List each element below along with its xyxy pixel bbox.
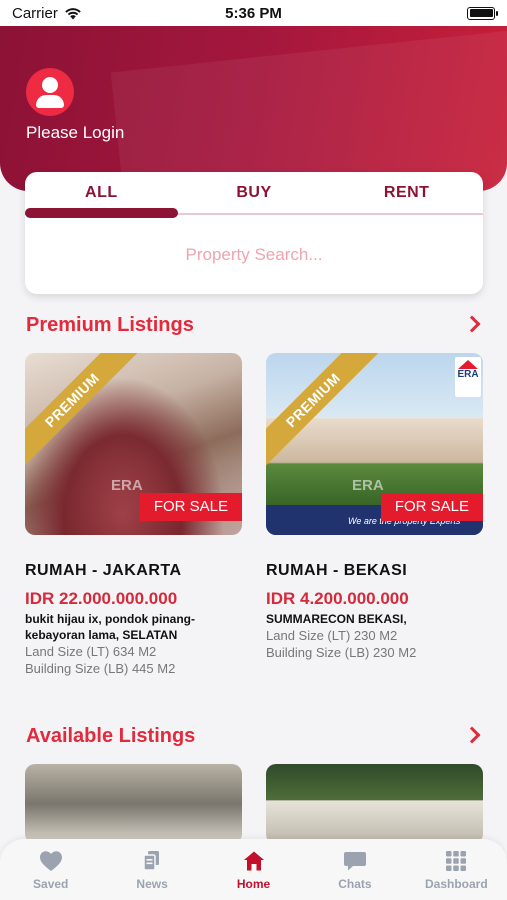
nav-home-label: Home [236, 877, 271, 891]
home-icon [243, 851, 264, 871]
premium-see-all-chevron-icon[interactable] [463, 315, 481, 333]
premium-listings-title: Premium Listings [26, 314, 194, 336]
wifi-icon [65, 7, 81, 19]
property-search-input[interactable] [25, 230, 483, 280]
listing-title: RUMAH - BEKASI [266, 562, 408, 579]
available-listing-image-2[interactable] [266, 764, 483, 844]
nav-news[interactable]: News [101, 839, 202, 900]
tab-buy[interactable]: BUY [178, 172, 331, 214]
premium-listing-image-1[interactable]: PREMIUM ERA FOR SALE [25, 353, 242, 535]
carrier-label: Carrier [12, 4, 58, 22]
listing-price: IDR 22.000.000.000 [25, 589, 178, 608]
available-listings-title: Available Listings [26, 725, 196, 747]
listing-address: bukit hijau ix, pondok pinang-kebayoran … [25, 612, 195, 642]
nav-home[interactable]: Home [203, 839, 304, 900]
nav-dashboard[interactable]: Dashboard [406, 839, 507, 900]
available-see-all-chevron-icon[interactable] [463, 726, 481, 744]
premium-listing-image-2[interactable]: We are the property Experts ERA PREMIUM … [266, 353, 483, 535]
nav-chats-label: Chats [338, 877, 372, 891]
active-tab-indicator [25, 208, 178, 218]
premium-listing-info-2[interactable]: RUMAH - BEKASI IDR 4.200.000.000 SUMMARE… [266, 562, 486, 661]
premium-ribbon: PREMIUM [266, 353, 383, 470]
listing-price: IDR 4.200.000.000 [266, 589, 409, 608]
listing-land-size: Land Size (LT) 230 M2 [266, 628, 398, 643]
status-bar: Carrier 5:36 PM [0, 0, 507, 26]
chat-icon [343, 852, 366, 871]
header-banner: Please Login [0, 26, 507, 191]
era-logo-icon: ERA [455, 357, 481, 397]
bottom-nav: Saved News Home Chats Dashboard [0, 839, 507, 900]
era-watermark: ERA [111, 477, 143, 494]
nav-saved[interactable]: Saved [0, 839, 101, 900]
nav-chats[interactable]: Chats [304, 839, 405, 900]
nav-news-label: News [136, 877, 168, 891]
listing-title: RUMAH - JAKARTA [25, 562, 182, 579]
nav-dashboard-label: Dashboard [424, 877, 488, 891]
heart-icon [39, 851, 62, 871]
premium-listing-info-1[interactable]: RUMAH - JAKARTA IDR 22.000.000.000 bukit… [25, 562, 245, 677]
status-left: Carrier [12, 5, 82, 22]
battery-icon [467, 6, 498, 20]
listing-address: SUMMARECON BEKASI, [266, 612, 407, 626]
news-icon [143, 851, 160, 871]
nav-saved-label: Saved [33, 877, 69, 891]
listing-land-size: Land Size (LT) 634 M2 [25, 644, 157, 659]
avatar-icon[interactable] [26, 68, 74, 116]
era-watermark: ERA [352, 477, 384, 494]
listing-building-size: Building Size (LB) 445 M2 [25, 661, 176, 676]
listing-building-size: Building Size (LB) 230 M2 [266, 645, 417, 660]
tab-rent[interactable]: RENT [330, 172, 483, 214]
login-link[interactable]: Please Login [26, 123, 124, 143]
search-card: ALL BUY RENT [25, 172, 483, 294]
era-logo-text: ERA [457, 369, 479, 380]
grid-icon [446, 851, 467, 871]
for-sale-badge: FOR SALE [380, 493, 483, 521]
premium-ribbon: PREMIUM [25, 353, 142, 470]
available-listing-image-1[interactable] [25, 764, 242, 844]
for-sale-badge: FOR SALE [139, 493, 242, 521]
